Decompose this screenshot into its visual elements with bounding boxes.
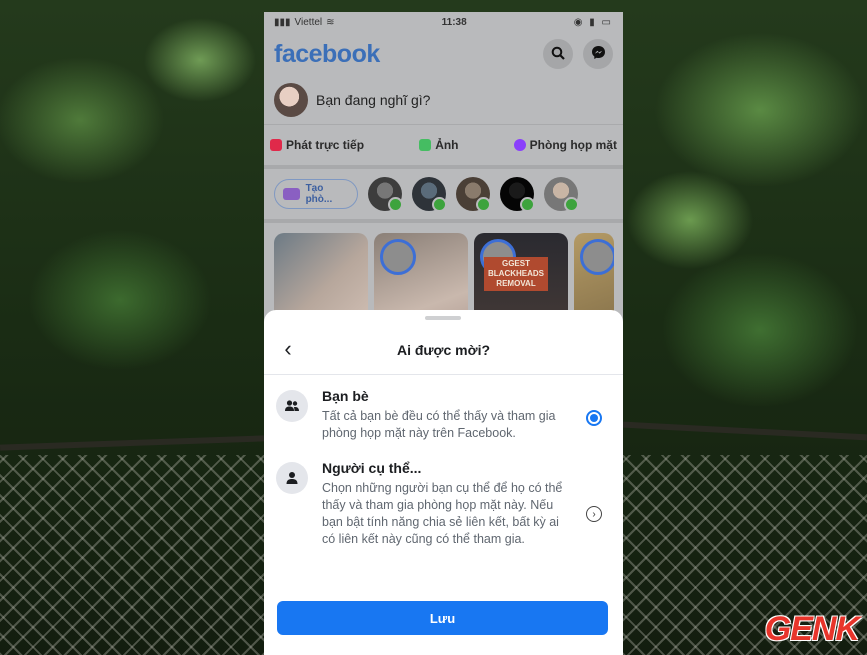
carrier-label: Viettel <box>294 16 323 28</box>
save-button[interactable]: Lưu <box>277 601 608 635</box>
chevron-right-icon[interactable]: › <box>586 506 602 522</box>
facebook-logo: facebook <box>274 39 380 68</box>
live-video-label: Phát trực tiếp <box>286 138 365 152</box>
story-caption: GGEST BLACKHEADS REMOVAL <box>484 257 548 291</box>
option-title: Bạn bè <box>322 388 369 404</box>
online-friend-avatar[interactable] <box>456 177 491 212</box>
post-composer[interactable]: Bạn đang nghĩ gì? <box>264 76 623 125</box>
option-description: Chọn những người bạn cụ thể để họ có thể… <box>322 481 563 546</box>
live-video-icon <box>270 139 282 151</box>
status-bar: ▮▮▮ Viettel ≋ 11:38 ◉ ▮ ▭ <box>264 12 623 32</box>
search-button[interactable] <box>543 39 573 69</box>
signal-icon: ▮▮▮ <box>274 16 291 28</box>
friends-icon <box>276 390 308 422</box>
sheet-title: Ai được mời? <box>396 342 491 358</box>
room-icon <box>513 139 526 151</box>
avatar <box>274 83 308 117</box>
messenger-icon <box>591 45 606 63</box>
story-avatar <box>580 239 614 275</box>
audience-bottom-sheet: ‹ Ai được mời? Bạn bè Tất cả bạn bè đều … <box>264 310 623 655</box>
messenger-button[interactable] <box>583 39 613 69</box>
online-friend-avatar[interactable] <box>368 177 403 212</box>
option-description: Tất cả bạn bè đều có thể thấy và tham gi… <box>322 409 556 440</box>
room-label: Phòng họp mặt <box>529 138 617 152</box>
app-header: facebook <box>264 32 623 76</box>
option-specific-people[interactable]: Người cụ thể... Chọn những người bạn cụ … <box>276 460 612 580</box>
search-icon <box>551 46 565 63</box>
composer-actions: Phát trực tiếp Ảnh Phòng họp mặt <box>264 125 623 169</box>
divider <box>264 374 623 375</box>
online-friend-avatar[interactable] <box>412 177 447 212</box>
phone-screen: ▮▮▮ Viettel ≋ 11:38 ◉ ▮ ▭ facebook Bạn đ… <box>264 12 623 655</box>
video-camera-icon <box>283 188 300 200</box>
clock: 11:38 <box>441 16 467 28</box>
composer-placeholder: Bạn đang nghĩ gì? <box>316 92 431 108</box>
photo-label: Ảnh <box>435 138 459 152</box>
live-video-button[interactable]: Phát trực tiếp <box>270 138 364 152</box>
person-icon <box>276 462 308 494</box>
create-room-label: Tạo phò... <box>305 183 333 205</box>
bridge-fence-left <box>0 455 264 655</box>
option-friends[interactable]: Bạn bè Tất cả bạn bè đều có thể thấy và … <box>276 388 612 448</box>
rooms-bar: Tạo phò... <box>264 169 623 223</box>
option-title: Người cụ thể... <box>322 460 422 476</box>
sheet-grabber[interactable] <box>425 316 461 320</box>
photo-icon <box>419 139 432 151</box>
battery-icon: ◉ ▮ ▭ <box>573 16 613 28</box>
create-room-button[interactable]: Tạo phò... <box>274 179 358 209</box>
sheet-header: ‹ Ai được mời? <box>264 332 623 368</box>
wifi-icon: ≋ <box>326 16 335 28</box>
room-button[interactable]: Phòng họp mặt <box>513 138 617 152</box>
genk-watermark: GENK <box>764 610 860 648</box>
photo-button[interactable]: Ảnh <box>419 138 459 152</box>
online-friend-avatar[interactable] <box>500 177 535 212</box>
online-friend-avatar[interactable] <box>544 177 579 212</box>
story-avatar <box>380 239 416 275</box>
radio-selected[interactable] <box>586 410 602 426</box>
